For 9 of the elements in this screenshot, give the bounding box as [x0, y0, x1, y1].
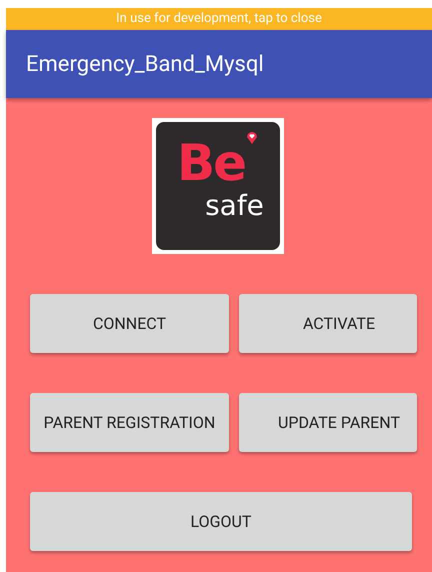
- action-button[interactable]: PARENT REGISTRATION: [30, 393, 229, 452]
- logo-mark: Be: [176, 138, 246, 188]
- action-button[interactable]: UPDATE PARENT: [239, 393, 417, 452]
- action-button[interactable]: ACTIVATE: [239, 294, 417, 353]
- app-title: Emergency_Band_Mysql: [26, 50, 264, 78]
- action-button[interactable]: CONNECT: [30, 294, 229, 353]
- action-button[interactable]: LOGOUT: [30, 492, 412, 551]
- logo-word: safe: [205, 192, 264, 220]
- heart-pin-icon: [246, 130, 258, 144]
